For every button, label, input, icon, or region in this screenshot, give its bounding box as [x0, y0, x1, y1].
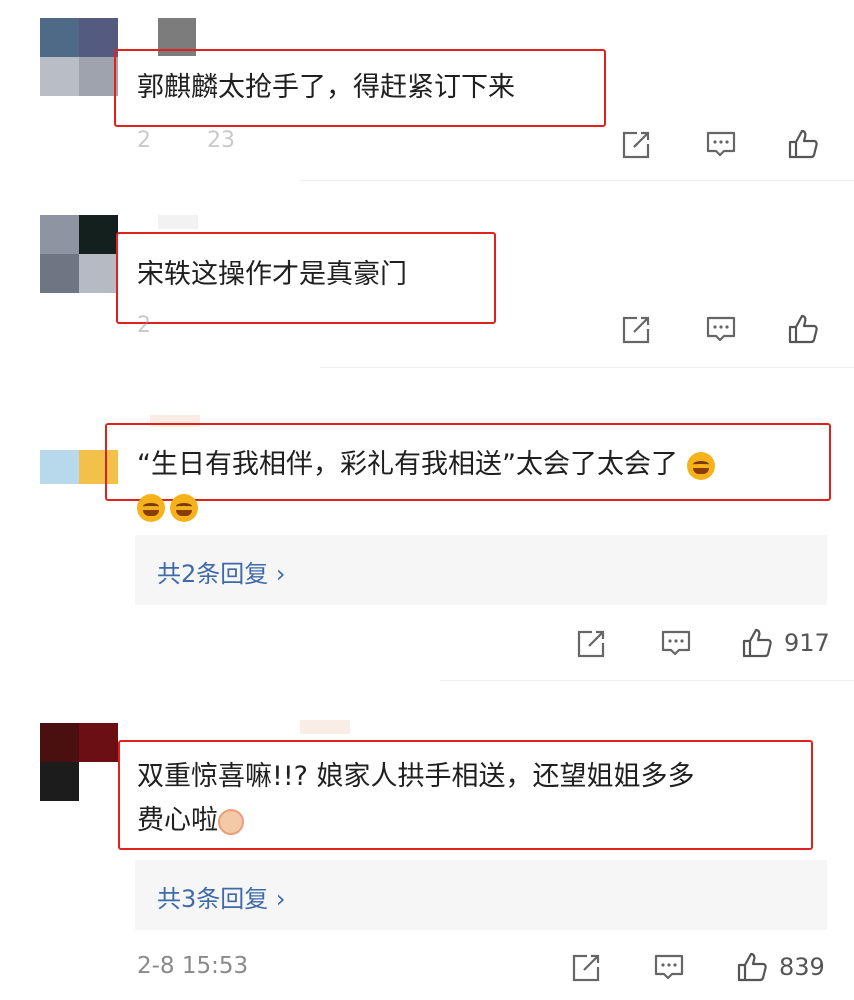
like-button[interactable]: 917: [740, 623, 830, 663]
like-count: 917: [784, 629, 830, 657]
avatar[interactable]: [40, 18, 118, 96]
thumbs-up-icon: [737, 952, 767, 982]
share-icon: [577, 629, 606, 658]
avatar[interactable]: [40, 215, 118, 293]
like-button[interactable]: [786, 309, 820, 349]
thumbs-up-icon: [742, 628, 772, 658]
comment-button[interactable]: [704, 309, 738, 349]
comment-emoji-line: [137, 485, 198, 529]
comment-button[interactable]: [704, 124, 738, 164]
share-button[interactable]: [570, 947, 604, 987]
thumbs-up-icon: [788, 129, 818, 159]
replies-label: 共2条回复 ›: [157, 560, 286, 588]
comment-item: “生日有我相伴，彩礼有我相送”太会了太会了 共2条回复 › 917: [0, 375, 854, 685]
replies-label: 共3条回复 ›: [157, 885, 286, 913]
comment-actions: 839: [0, 947, 854, 987]
share-icon: [622, 130, 651, 159]
comment-text: 宋轶这操作才是真豪门: [137, 259, 407, 290]
comment-icon: [661, 630, 691, 656]
comment-text-line: “生日有我相伴，彩礼有我相送”太会了太会了: [137, 449, 678, 480]
comment-item: 郭麒麟太抢手了，得赶紧订下来 2 23: [0, 0, 854, 185]
comment-icon: [706, 131, 736, 157]
share-button[interactable]: [620, 309, 654, 349]
replies-link[interactable]: 共2条回复 ›: [135, 535, 827, 605]
comment-text: 郭麒麟太抢手了，得赶紧订下来: [137, 72, 515, 103]
username-blurred[interactable]: [158, 215, 198, 229]
comment-icon: [654, 954, 684, 980]
grin-emoji: [686, 451, 715, 480]
divider: [320, 367, 854, 368]
comment-button[interactable]: [652, 947, 686, 987]
comment-actions: 917: [0, 623, 854, 663]
divider: [440, 680, 854, 681]
comment-button[interactable]: [659, 623, 693, 663]
comment-text: 双重惊喜嘛!!? 娘家人拱手相送，还望姐姐多多: [137, 761, 695, 792]
share-icon: [622, 315, 651, 344]
grin-emoji: [169, 493, 198, 522]
blush-emoji: [218, 808, 244, 835]
comment-text: “生日有我相伴，彩礼有我相送”太会了太会了: [137, 443, 715, 487]
like-button[interactable]: [786, 124, 820, 164]
share-button[interactable]: [620, 124, 654, 164]
divider: [300, 180, 854, 181]
comment-item: 双重惊喜嘛!!? 娘家人拱手相送，还望姐姐多多 费心啦 共3条回复 › 2-8 …: [0, 685, 854, 1000]
like-count: 839: [779, 953, 825, 981]
grin-emoji: [137, 493, 165, 522]
comment-text-line2: 费心啦: [137, 799, 244, 843]
thumbs-up-icon: [788, 314, 818, 344]
comment-item: 宋轶这操作才是真豪门 2: [0, 185, 854, 375]
avatar[interactable]: [40, 723, 118, 801]
username-blurred[interactable]: [300, 720, 350, 734]
comment-actions: [0, 309, 854, 349]
share-button[interactable]: [575, 623, 609, 663]
comment-icon: [706, 316, 736, 342]
comment-actions: [0, 124, 854, 164]
share-icon: [572, 953, 601, 982]
replies-link[interactable]: 共3条回复 ›: [135, 860, 827, 930]
like-button[interactable]: 839: [735, 947, 825, 987]
